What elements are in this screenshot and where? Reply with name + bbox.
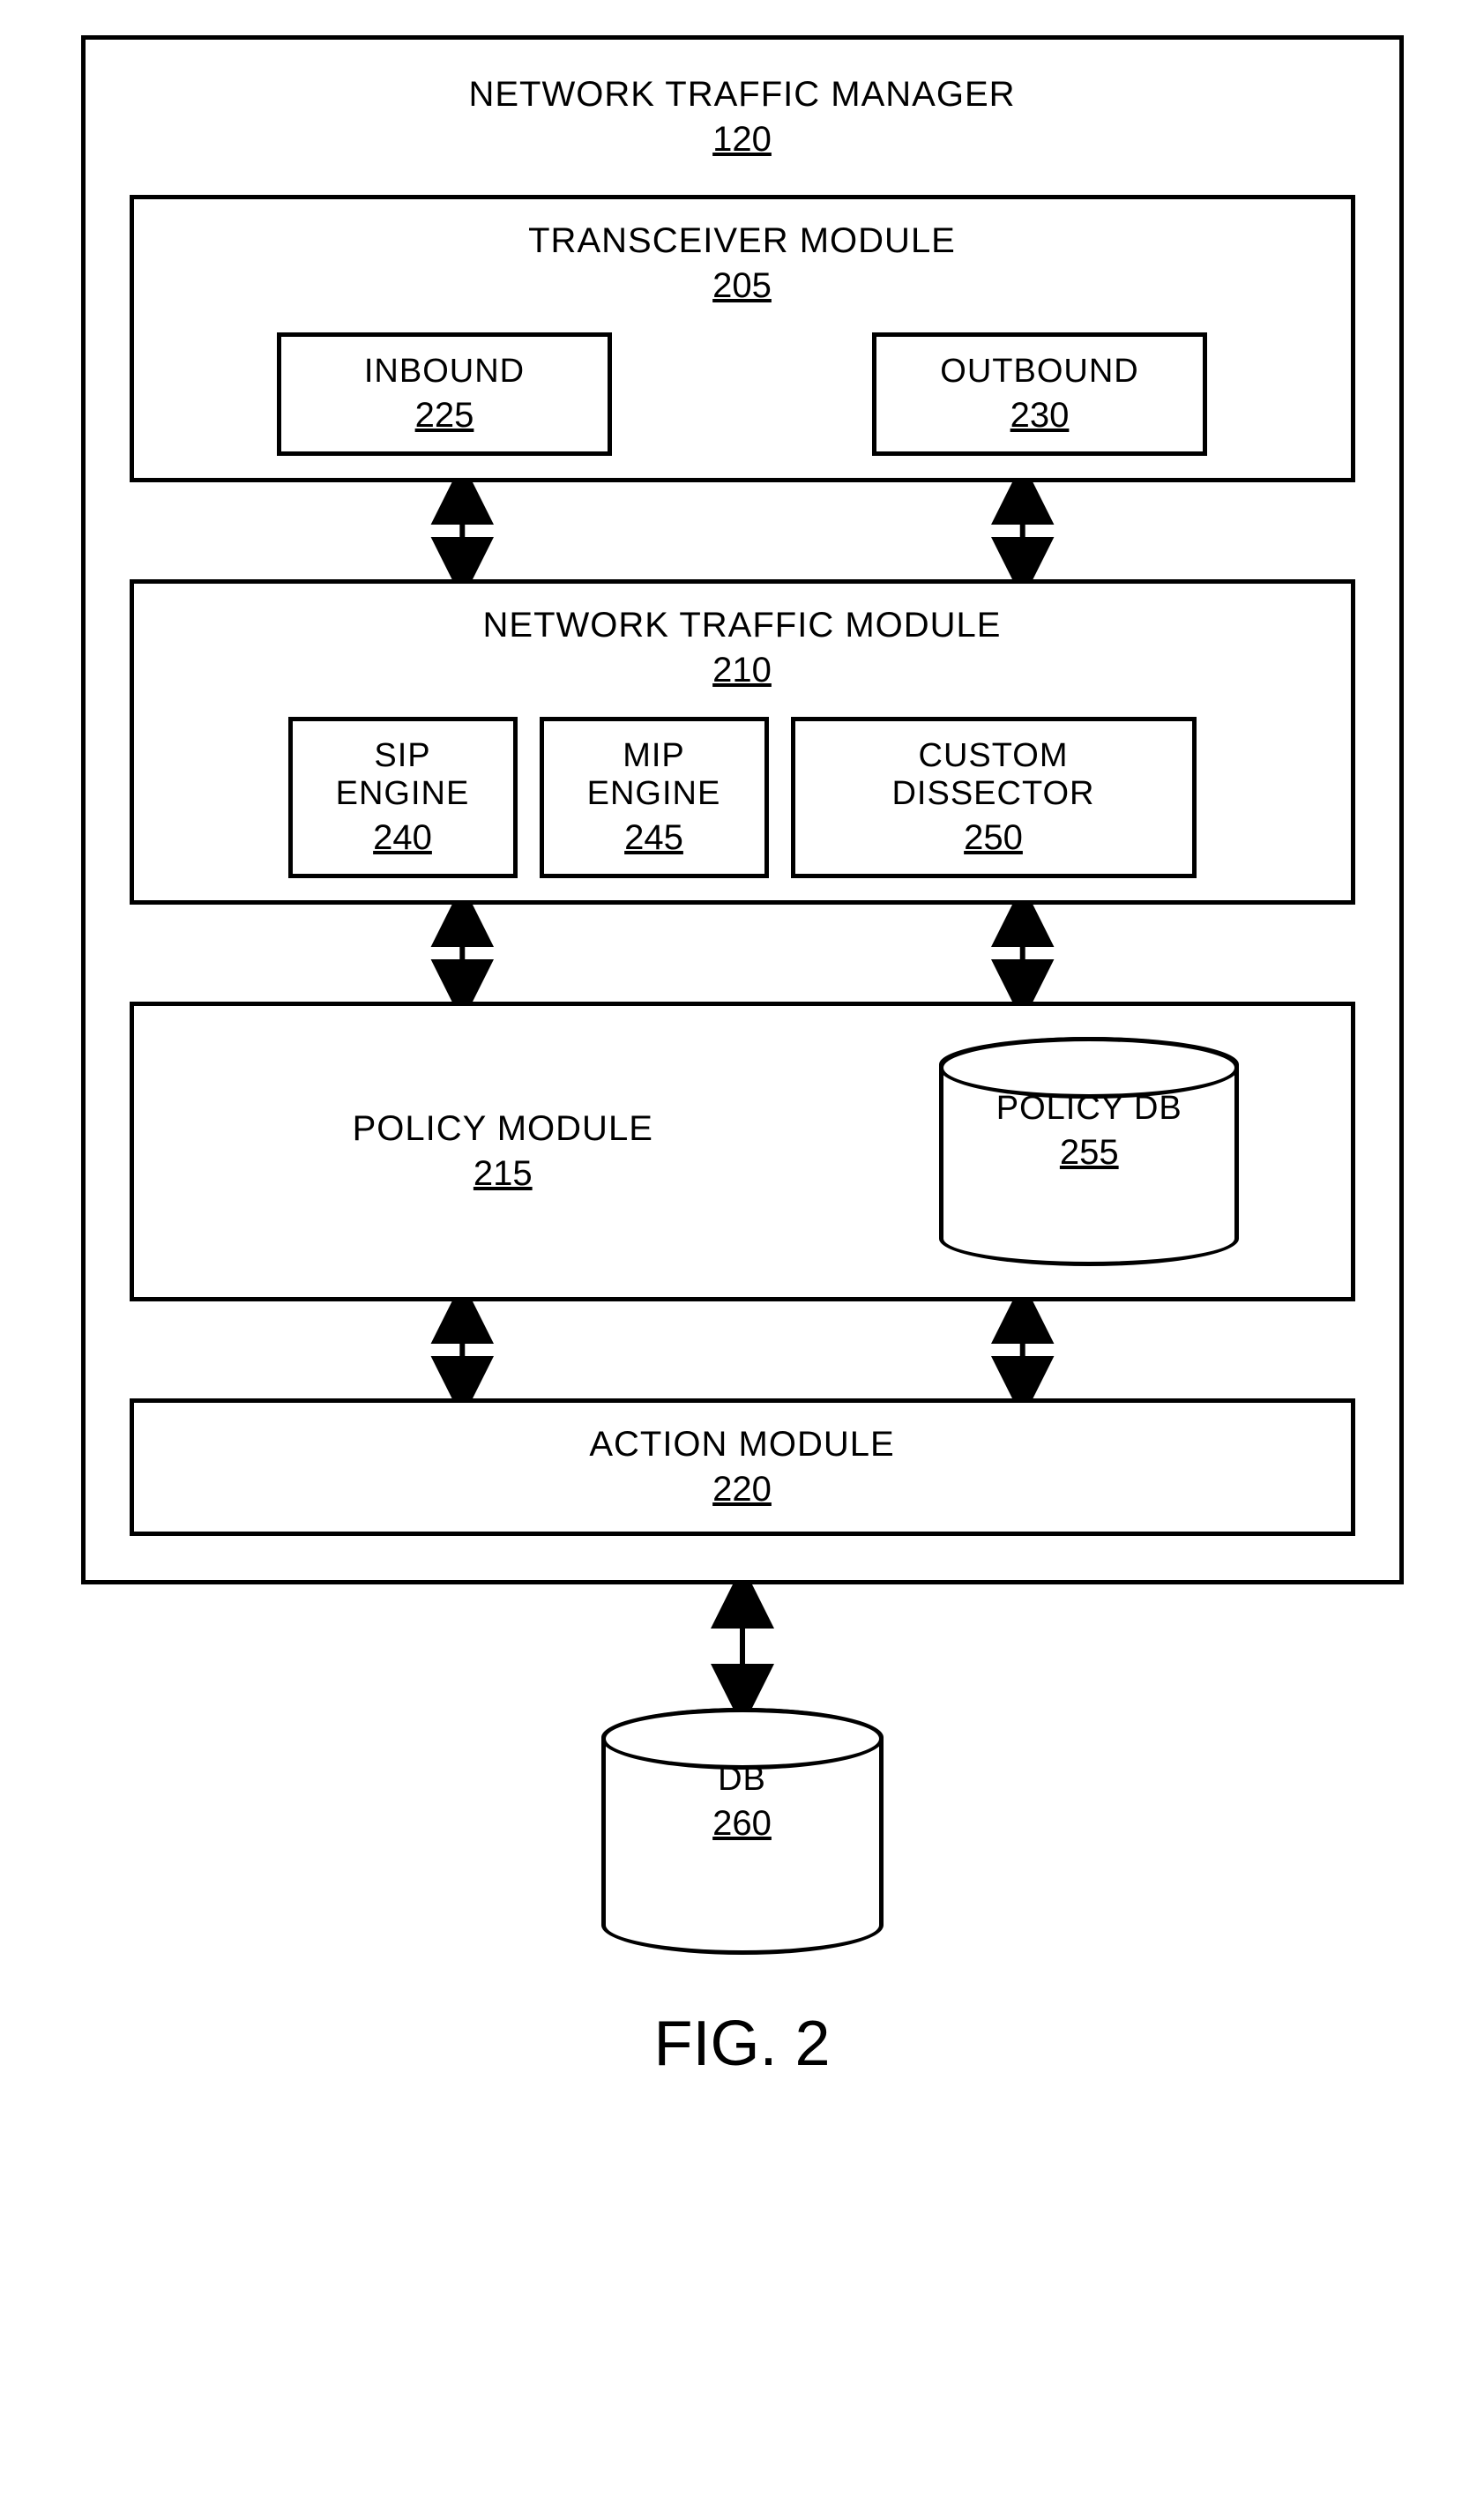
sip-engine-box: SIP ENGINE 240 (288, 717, 518, 878)
traffic-title: NETWORK TRAFFIC MODULE (483, 606, 1002, 645)
inbound-ref: 225 (299, 396, 590, 436)
action-title: ACTION MODULE (589, 1425, 894, 1465)
inbound-label: INBOUND (299, 353, 590, 391)
outbound-label: OUTBOUND (894, 353, 1185, 391)
policy-db-cylinder: POLICY DB 255 (939, 1037, 1239, 1266)
external-db-label: DB (641, 1761, 844, 1799)
sip-ref: 240 (310, 818, 496, 858)
arrows-transceiver-traffic (130, 482, 1355, 579)
external-db-cylinder: DB 260 (601, 1708, 884, 1955)
policy-title: POLICY MODULE (245, 1109, 761, 1149)
custom-label: CUSTOM DISSECTOR (813, 737, 1175, 813)
network-traffic-module-box: NETWORK TRAFFIC MODULE 210 SIP ENGINE 24… (130, 579, 1355, 905)
arrows-policy-action (130, 1301, 1355, 1398)
outer-title: NETWORK TRAFFIC MANAGER (468, 75, 1015, 115)
arrows-traffic-policy (130, 905, 1355, 1002)
transceiver-module-box: TRANSCEIVER MODULE 205 INBOUND 225 OUTBO… (130, 195, 1355, 482)
custom-dissector-box: CUSTOM DISSECTOR 250 (791, 717, 1197, 878)
policy-db-label: POLICY DB (979, 1090, 1199, 1128)
traffic-ref: 210 (712, 651, 772, 690)
sip-label: SIP ENGINE (310, 737, 496, 813)
transceiver-title: TRANSCEIVER MODULE (528, 221, 956, 261)
custom-ref: 250 (813, 818, 1175, 858)
action-module-box: ACTION MODULE 220 (130, 1398, 1355, 1536)
network-traffic-manager-box: NETWORK TRAFFIC MANAGER 120 TRANSCEIVER … (81, 35, 1404, 1584)
inbound-box: INBOUND 225 (277, 332, 612, 456)
transceiver-ref: 205 (712, 266, 772, 306)
figure-label: FIG. 2 (653, 2008, 830, 2080)
arrow-manager-db (81, 1584, 1404, 1708)
policy-module-box: POLICY MODULE 215 POLICY DB 255 (130, 1002, 1355, 1301)
outbound-ref: 230 (894, 396, 1185, 436)
external-db-ref: 260 (641, 1804, 844, 1844)
policy-ref: 215 (245, 1154, 761, 1194)
mip-label: MIP ENGINE (562, 737, 747, 813)
action-ref: 220 (712, 1470, 772, 1509)
policy-db-ref: 255 (979, 1133, 1199, 1173)
outer-ref: 120 (712, 120, 772, 160)
mip-ref: 245 (562, 818, 747, 858)
outbound-box: OUTBOUND 230 (872, 332, 1207, 456)
mip-engine-box: MIP ENGINE 245 (540, 717, 769, 878)
